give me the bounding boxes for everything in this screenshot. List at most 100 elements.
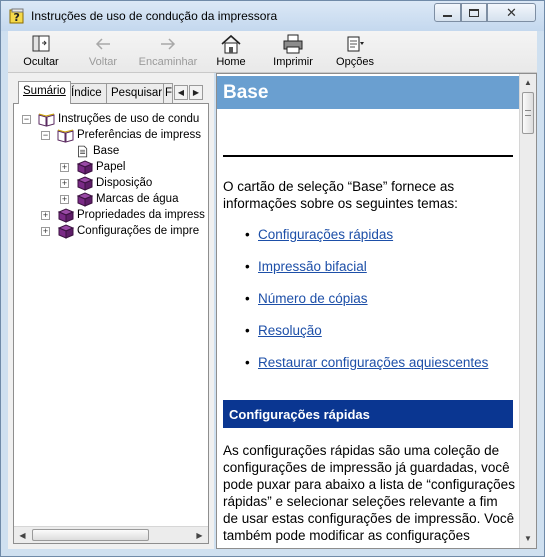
bullet-icon: • [245, 355, 250, 370]
bullet-icon: • [245, 259, 250, 274]
collapse-icon[interactable]: − [41, 130, 50, 140]
collapse-icon[interactable]: − [22, 114, 31, 124]
tree-item-preferences[interactable]: − Preferências de impress [41, 127, 201, 143]
arrow-down-icon: ▼ [524, 534, 532, 543]
expand-icon[interactable]: + [60, 194, 69, 204]
arrow-right-icon: ▶ [192, 88, 200, 97]
scroll-left-button[interactable]: ◀ [15, 528, 30, 542]
topic-title: Base [217, 76, 519, 109]
tree-item-print-settings[interactable]: + Configurações de impre [41, 223, 199, 239]
options-label: Opções [336, 56, 374, 68]
arrow-right-icon: ▶ [196, 530, 203, 540]
expand-icon[interactable]: + [60, 178, 69, 188]
close-button[interactable]: ✕ [487, 3, 536, 22]
tree-item-label: Instruções de uso de condu [58, 113, 200, 125]
tab-index-label: Índice [71, 87, 102, 99]
open-book-icon [38, 113, 55, 127]
topic-vertical-scrollbar[interactable]: ▲ ▼ [519, 74, 536, 548]
title-bar[interactable]: ? Instruções de uso de condução da impre… [1, 1, 544, 31]
minimize-icon [443, 14, 452, 17]
back-label: Voltar [88, 56, 118, 68]
tree-horizontal-scrollbar[interactable]: ◀ ▶ [14, 526, 208, 543]
contents-tree: − Instruções de uso de condu − Preferênc… [13, 103, 209, 544]
tree-item-paper[interactable]: + Papel [60, 159, 125, 175]
link-quick-settings[interactable]: Configurações rápidas [258, 227, 393, 242]
tree-item-label: Preferências de impress [77, 129, 201, 141]
tab-search-label: Pesquisar [111, 87, 163, 99]
tab-index[interactable]: Índice [66, 83, 107, 103]
hide-label: Ocultar [23, 56, 59, 68]
minimize-button[interactable] [434, 3, 461, 22]
scroll-down-button[interactable]: ▼ [521, 531, 535, 546]
navigation-pane: Sumário Índice Pesquisar F ◀ ▶ − Instruç… [8, 73, 214, 549]
bullet-icon: • [245, 323, 250, 338]
tree-item-label: Configurações de impre [77, 225, 200, 237]
closed-book-icon [76, 191, 93, 207]
window-title: Instruções de uso de condução da impress… [31, 9, 278, 23]
tree-item-printer-properties[interactable]: + Propriedades da impress [41, 207, 205, 223]
tab-scroll-right-button[interactable]: ▶ [189, 85, 203, 100]
expand-icon[interactable]: + [60, 162, 69, 172]
print-label: Imprimir [273, 56, 313, 68]
print-button[interactable]: Imprimir [270, 34, 316, 72]
hide-button[interactable]: Ocultar [18, 34, 64, 72]
back-arrow-icon [95, 38, 110, 50]
tree-item-watermarks[interactable]: + Marcas de água [60, 191, 178, 207]
forward-label: Encaminhar [138, 56, 198, 68]
bullet-icon: • [245, 291, 250, 306]
closed-book-icon [76, 175, 93, 191]
intro-text: O cartão de seleção “Base” fornece as in… [223, 179, 458, 211]
tab-contents-label: Sumário [23, 85, 66, 97]
link-restore-defaults[interactable]: Restaurar configurações aquiescentes [258, 355, 488, 370]
window-frame-bottom [1, 549, 544, 556]
closed-book-icon [76, 159, 93, 175]
arrow-left-icon: ◀ [19, 530, 26, 540]
tab-scroll-left-button[interactable]: ◀ [174, 85, 188, 100]
svg-text:?: ? [14, 11, 20, 24]
home-button[interactable]: Home [212, 34, 250, 72]
closed-book-icon [57, 223, 74, 239]
scroll-thumb[interactable] [522, 92, 534, 134]
tree-item-root[interactable]: − Instruções de uso de condu [22, 111, 199, 127]
forward-button[interactable]: Encaminhar [137, 34, 199, 72]
tab-contents[interactable]: Sumário [18, 81, 71, 104]
close-icon: ✕ [506, 4, 517, 20]
maximize-icon [469, 8, 479, 17]
arrow-left-icon: ◀ [177, 88, 185, 97]
tree-item-base[interactable]: Base [76, 143, 119, 159]
scroll-up-button[interactable]: ▲ [521, 75, 535, 90]
help-window: ? Instruções de uso de condução da impre… [0, 0, 545, 557]
maximize-button[interactable] [461, 3, 487, 22]
link-resolution[interactable]: Resolução [258, 323, 322, 338]
tree-item-label: Base [93, 145, 120, 157]
divider [223, 155, 513, 157]
back-button[interactable]: Voltar [82, 34, 124, 72]
home-icon [221, 34, 241, 54]
forward-arrow-icon [161, 38, 176, 50]
options-button[interactable]: Opções [332, 34, 378, 72]
options-icon [347, 36, 364, 52]
topic-content: Base O cartão de seleção “Base” fornece … [217, 74, 519, 548]
navigation-tabs: Sumário Índice Pesquisar F ◀ ▶ [8, 81, 214, 104]
grip-icon [525, 110, 531, 116]
scroll-thumb[interactable] [32, 529, 149, 541]
open-book-icon [57, 129, 74, 143]
bullet-icon: • [245, 227, 250, 242]
home-label: Home [216, 56, 246, 68]
link-number-of-copies[interactable]: Número de cópias [258, 291, 368, 306]
expand-icon[interactable]: + [41, 226, 50, 236]
tab-search[interactable]: Pesquisar [106, 83, 168, 103]
expand-icon[interactable]: + [41, 210, 50, 220]
printer-icon [283, 34, 303, 54]
tree-item-layout[interactable]: + Disposição [60, 175, 152, 191]
tree-item-label: Disposição [96, 177, 153, 189]
closed-book-icon [57, 207, 74, 223]
section-text: As configurações rápidas são uma coleção… [223, 443, 515, 543]
tab-favorites[interactable]: F [163, 83, 173, 103]
tree-item-label: Papel [96, 161, 126, 173]
scroll-right-button[interactable]: ▶ [192, 528, 207, 542]
toolbar: Ocultar Voltar Encaminhar Home Imprimir … [8, 31, 537, 73]
hide-pane-icon [32, 35, 50, 52]
tree-item-label: Propriedades da impress [77, 209, 205, 221]
link-duplex-printing[interactable]: Impressão bifacial [258, 259, 367, 274]
